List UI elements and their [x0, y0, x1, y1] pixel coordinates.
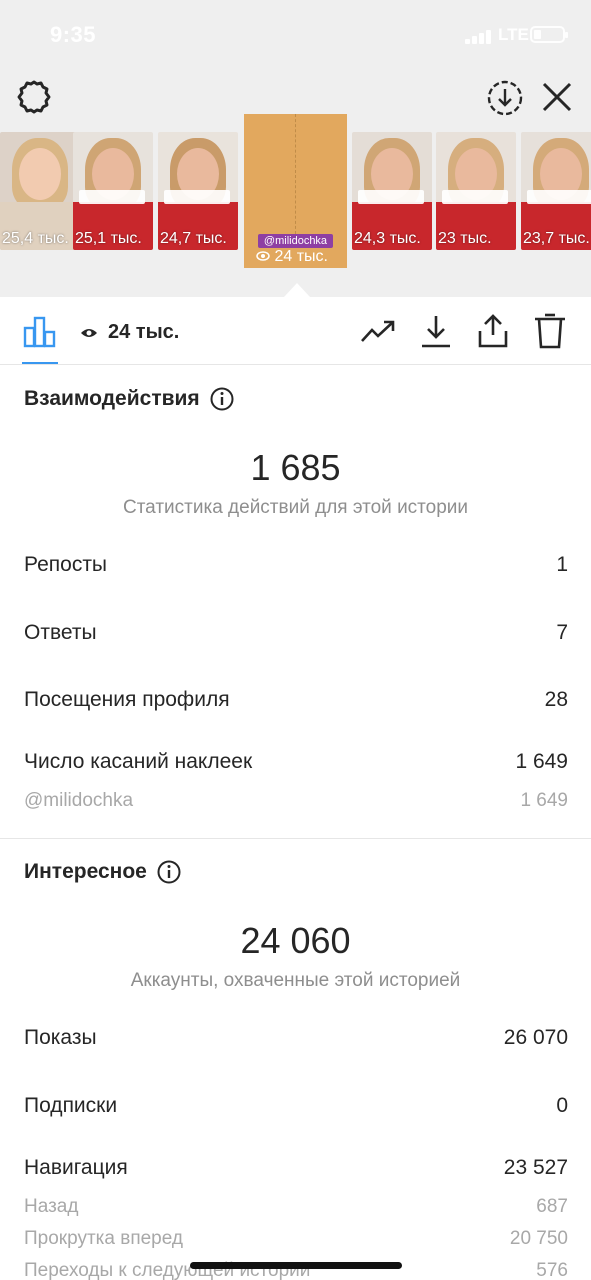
status-time: 9:35 — [50, 22, 97, 47]
close-icon[interactable] — [540, 80, 574, 114]
stat-subrow-forward: Прокрутка вперед 20 750 — [24, 1228, 568, 1250]
story-thumbnail[interactable]: 25,4 тыс. — [0, 132, 80, 250]
interactions-total: 1 685 — [250, 447, 341, 488]
story-views: 24,7 тыс. — [160, 230, 227, 247]
active-tab-underline — [22, 362, 58, 364]
home-indicator[interactable] — [190, 1262, 402, 1269]
signal-icon — [465, 28, 495, 44]
discovery-caption: Аккаунты, охваченные этой историей — [130, 970, 461, 991]
battery-icon — [530, 26, 568, 43]
stat-label: Прокрутка вперед — [24, 1228, 183, 1249]
network-type: LTE — [498, 25, 529, 44]
story-views: 24,3 тыс. — [354, 230, 421, 247]
stat-row-reposts: Репосты 1 — [24, 553, 568, 577]
story-thumbnail[interactable]: 24,3 тыс. — [352, 132, 432, 250]
story-thumbnail[interactable]: 23,7 тыс. — [521, 132, 591, 250]
story-thumbnail[interactable]: 23 тыс. — [436, 132, 516, 250]
status-bar: 9:35 LTE — [0, 22, 591, 52]
share-icon[interactable] — [475, 313, 511, 349]
stat-label: Ответы — [24, 621, 97, 644]
story-views: 25,1 тыс. — [75, 230, 142, 247]
info-icon[interactable] — [157, 860, 181, 884]
stat-value: 687 — [536, 1196, 568, 1217]
stat-value: 1 — [556, 553, 568, 576]
discovery-total: 24 060 — [240, 920, 351, 961]
stat-value: 1 649 — [520, 790, 568, 811]
story-views: 23,7 тыс. — [523, 230, 590, 247]
stat-value: 26 070 — [503, 1026, 568, 1049]
section-divider — [0, 838, 591, 839]
story-views: 23 тыс. — [438, 230, 492, 247]
info-icon[interactable] — [210, 387, 234, 411]
stat-value: 20 750 — [509, 1228, 568, 1249]
stat-row-navigation: Навигация 23 527 — [24, 1156, 568, 1180]
mention-sticker: @milidochka — [258, 234, 333, 248]
stat-value: 7 — [556, 621, 568, 644]
discovery-heading: Интересное — [24, 860, 181, 884]
story-views: 25,4 тыс. — [2, 230, 69, 247]
stat-label: Навигация — [24, 1156, 128, 1179]
stat-value: 576 — [536, 1260, 568, 1280]
views-count-label: 24 тыс. — [108, 321, 180, 343]
eye-icon — [81, 328, 97, 337]
stat-value: 28 — [544, 688, 568, 711]
insights-toolbar: 24 тыс. — [0, 297, 591, 365]
eye-icon — [256, 251, 270, 261]
interactions-title: Взаимодействия — [24, 387, 200, 410]
stat-value: 1 649 — [515, 750, 568, 773]
stat-value: 23 527 — [503, 1156, 568, 1179]
stat-subrow-back: Назад 687 — [24, 1196, 568, 1218]
story-thumbnail[interactable]: 25,1 тыс. — [73, 132, 153, 250]
interactions-heading: Взаимодействия — [24, 387, 234, 411]
stat-subrow-mention: @milidochka 1 649 — [24, 790, 568, 812]
download-icon[interactable] — [418, 313, 454, 349]
bar-chart-icon[interactable] — [22, 314, 58, 350]
download-circle-icon[interactable] — [486, 79, 524, 117]
views-count: 24 тыс. — [80, 321, 179, 344]
stat-label: Число касаний наклеек — [24, 750, 253, 773]
interactions-caption: Статистика действий для этой истории — [122, 497, 469, 518]
current-story-views: 24 тыс. — [274, 248, 328, 265]
trash-icon[interactable] — [532, 313, 568, 349]
stat-label: Посещения профиля — [24, 688, 230, 711]
stat-row-follows: Подписки 0 — [24, 1094, 568, 1118]
stat-label: Назад — [24, 1196, 79, 1217]
settings-gear-icon[interactable] — [15, 78, 53, 116]
discovery-title: Интересное — [24, 860, 147, 883]
stat-label: Репосты — [24, 553, 108, 576]
stat-value: 0 — [556, 1094, 568, 1117]
stat-row-sticker-taps: Число касаний наклеек 1 649 — [24, 750, 568, 774]
selection-pointer — [284, 283, 310, 297]
stat-label: @milidochka — [24, 790, 134, 811]
story-thumbnail[interactable]: 24,7 тыс. — [158, 132, 238, 250]
stat-row-impressions: Показы 26 070 — [24, 1026, 568, 1050]
stat-label: Подписки — [24, 1094, 118, 1117]
current-story-thumbnail[interactable]: @milidochka 24 тыс. — [244, 114, 347, 268]
trending-up-icon[interactable] — [360, 313, 396, 349]
stories-header-area: 9:35 LTE 25,4 тыс. 25,1 тыс. 24,7 тыс. 2… — [0, 0, 591, 297]
stat-row-profile-visits: Посещения профиля 28 — [24, 688, 568, 712]
stat-row-replies: Ответы 7 — [24, 621, 568, 645]
stat-label: Показы — [24, 1026, 97, 1049]
